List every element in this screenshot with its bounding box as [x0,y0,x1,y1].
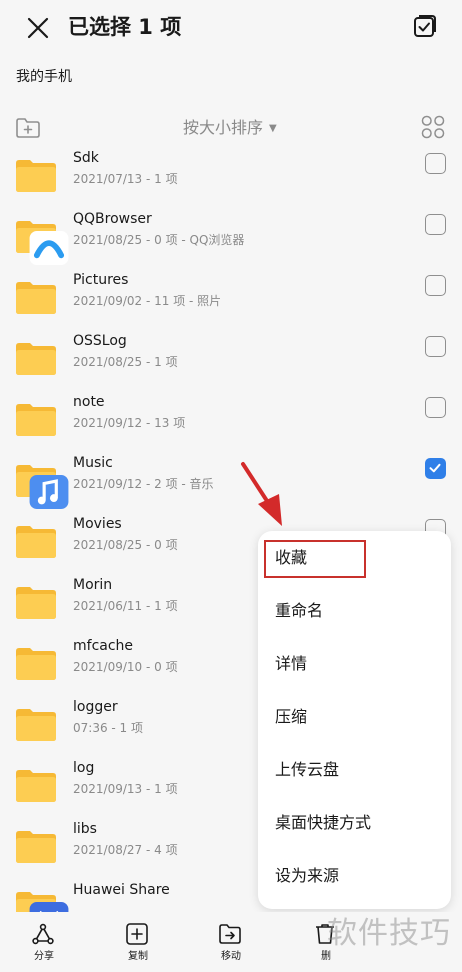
file-name: Sdk [73,150,99,166]
menu-item-label: 详情 [275,654,308,673]
file-meta: 2021/09/12 - 2 项 - 音乐 [73,477,214,491]
menu-item[interactable]: 重命名 [258,586,451,638]
qq-browser-icon [28,231,69,265]
folder-icon [15,464,69,509]
file-meta: 2021/08/25 - 0 项 [73,538,178,552]
menu-item[interactable]: 上传云盘 [258,745,451,797]
file-meta: 2021/09/02 - 11 项 - 照片 [73,294,222,308]
close-icon [27,17,49,39]
file-name: QQBrowser [73,211,152,227]
breadcrumb[interactable]: 我的手机 [16,67,72,87]
folder-icon [15,281,57,315]
menu-item-label: 压缩 [275,707,308,726]
select-all-icon [414,15,436,37]
folder-icon [15,586,57,620]
menu-item-label: 重命名 [275,601,324,620]
page-title: 已选择 1 项 [68,15,182,39]
file-name: Music [73,455,113,471]
file-name: mfcache [73,638,134,654]
share-tab[interactable]: 分享 [14,912,74,972]
menu-item[interactable]: 详情 [258,639,451,691]
copy-label: 复制 [128,951,148,962]
file-row[interactable]: Music 2021/09/12 - 2 项 - 音乐 [0,446,462,509]
folder-icon [15,647,57,681]
menu-item-label: 上传云盘 [275,760,340,779]
file-name: libs [73,821,97,837]
close-button[interactable] [24,14,52,42]
file-name: logger [73,699,118,715]
sort-label: 按大小排序 [183,118,264,137]
new-folder-button[interactable] [14,115,42,141]
folder-icon [15,220,69,265]
row-checkbox[interactable] [425,458,446,479]
file-meta: 2021/09/12 - 13 项 [73,416,186,430]
file-meta: 2021/06/11 - 1 项 [73,599,178,613]
row-checkbox[interactable] [425,397,446,418]
move-icon [219,924,241,944]
file-meta: 2021/08/25 - 0 项 - QQ浏览器 [73,233,245,247]
huawei-share-icon [28,902,69,912]
copy-icon [126,923,148,945]
file-meta: 07:36 - 1 项 [73,721,143,735]
file-meta: 2021/08/25 - 1 项 [73,355,178,369]
annotation-arrow [241,462,282,526]
select-all-button[interactable] [412,13,438,39]
file-name: Morin [73,577,113,593]
file-meta: 2021/09/10 - 0 项 [73,660,178,674]
context-menu: 收藏 重命名 详情 压缩 上传云盘 桌面快捷方式 设为来源 [258,531,451,909]
move-tab[interactable]: 移动 [201,912,261,972]
row-checkbox[interactable] [425,275,446,296]
copy-tab[interactable]: 复制 [108,912,168,972]
grid-view-button[interactable] [421,115,445,139]
file-meta: 2021/09/13 - 1 项 [73,782,178,796]
grid-view-icon [421,115,445,139]
folder-icon [15,830,57,864]
file-name: OSSLog [73,333,127,349]
top-bar: 已选择 1 项 [0,0,462,56]
checkmark-icon [429,463,441,473]
folder-icon [15,525,57,559]
file-row[interactable]: OSSLog 2021/08/25 - 1 项 [0,324,462,385]
caret-down-icon: ▼ [269,123,277,134]
highlight-box [264,540,366,578]
folder-icon [15,891,69,912]
menu-item[interactable]: 桌面快捷方式 [258,798,451,850]
file-meta: 2021/08/27 - 4 项 [73,843,178,857]
file-row[interactable]: Pictures 2021/09/02 - 11 项 - 照片 [0,263,462,324]
row-checkbox[interactable] [425,214,446,235]
watermark: 软件技巧 [327,916,451,951]
file-meta: 2021/07/13 - 1 项 [73,172,178,186]
file-row[interactable]: note 2021/09/12 - 13 项 [0,385,462,446]
move-label: 移动 [221,951,241,962]
file-name: Huawei Share [73,882,170,898]
share-icon [32,923,54,945]
file-row[interactable]: QQBrowser 2021/08/25 - 0 项 - QQ浏览器 [0,202,462,265]
list-toolbar: 按大小排序 ▼ [0,108,462,148]
file-name: Movies [73,516,122,532]
file-row[interactable]: Sdk 2021/07/13 - 1 项 [0,148,462,202]
menu-item[interactable]: 压缩 [258,692,451,744]
row-checkbox[interactable] [425,153,446,174]
file-name: Pictures [73,272,129,288]
folder-icon [15,342,57,376]
share-label: 分享 [34,951,54,962]
menu-item[interactable]: 设为来源 [258,851,451,903]
file-name: log [73,760,95,776]
folder-icon [15,708,57,742]
new-folder-icon [16,118,40,138]
folder-icon [15,403,57,437]
folder-icon [15,769,57,803]
music-icon [28,475,69,509]
row-checkbox[interactable] [425,336,446,357]
menu-item-label: 设为来源 [275,866,340,885]
menu-item-label: 桌面快捷方式 [275,813,372,832]
sort-dropdown[interactable]: 按大小排序 ▼ [183,117,277,140]
folder-icon [15,159,57,193]
file-name: note [73,394,105,410]
